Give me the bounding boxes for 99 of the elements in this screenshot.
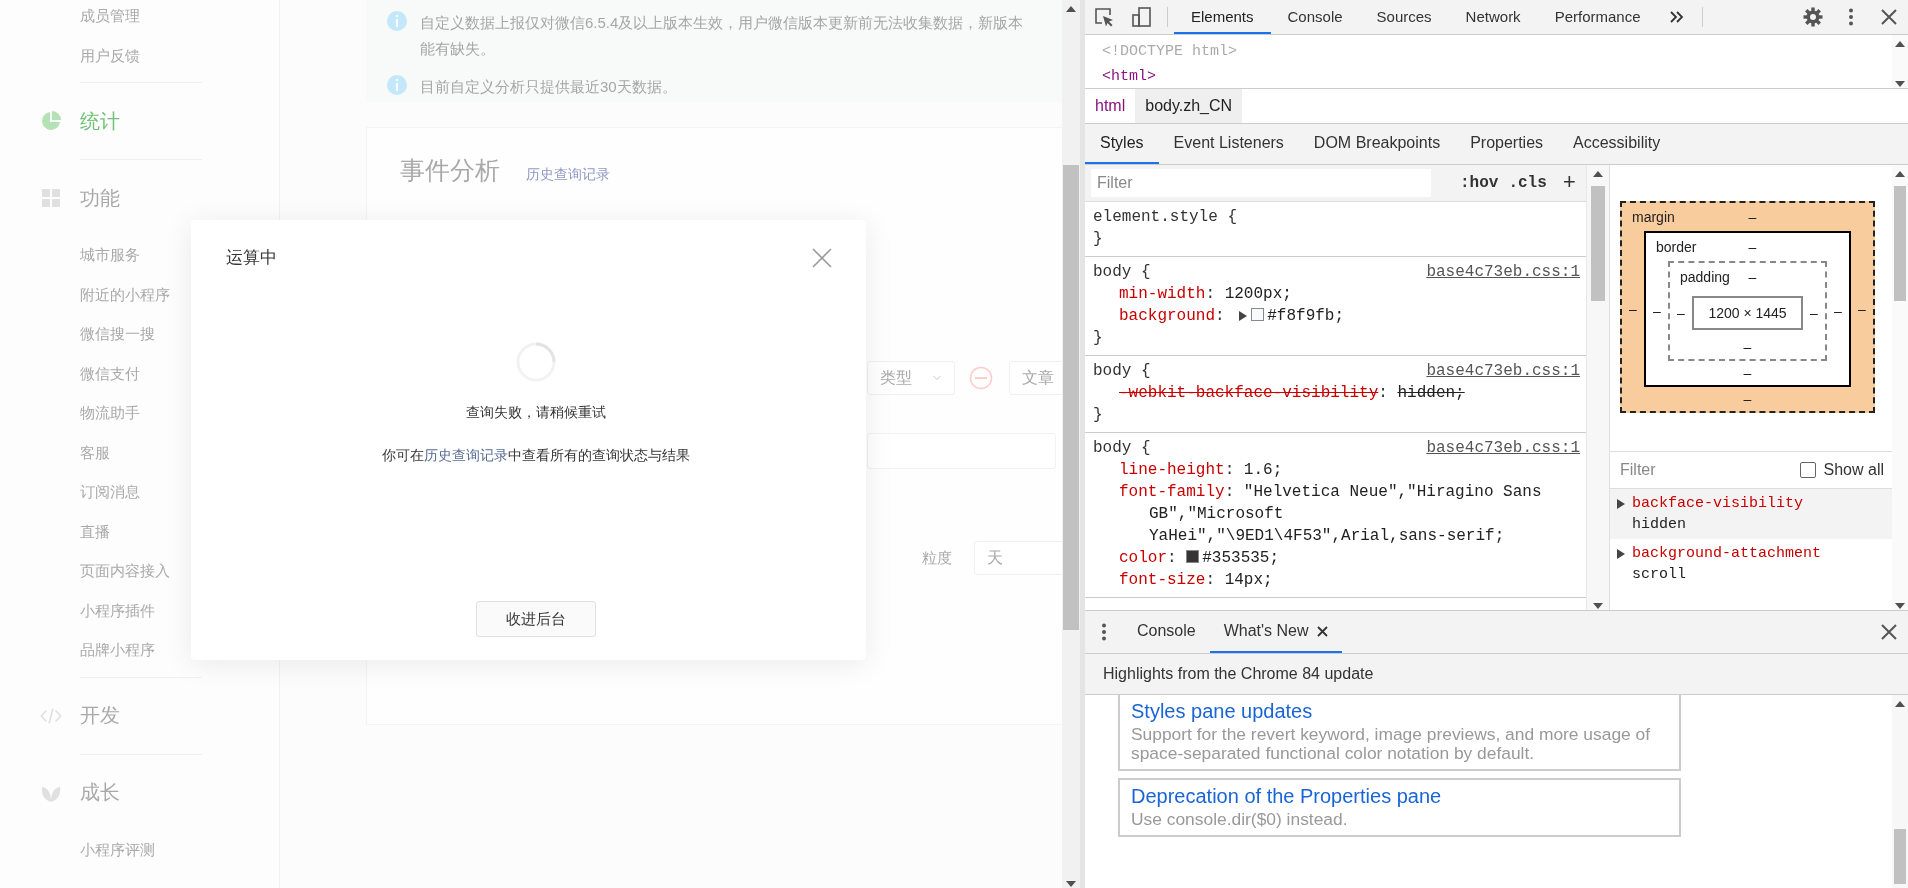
scrollbar-thumb[interactable]: [1894, 186, 1906, 301]
pane-tab[interactable]: Properties: [1455, 124, 1559, 164]
card-title: Deprecation of the Properties pane: [1131, 784, 1443, 808]
spinner-icon: [514, 341, 557, 383]
computed-property[interactable]: backface-visibility hidden: [1610, 489, 1892, 539]
box-value: –: [1653, 303, 1661, 319]
close-icon[interactable]: [1316, 625, 1328, 637]
box-value: –: [1834, 303, 1842, 319]
css-declaration[interactable]: -webkit-backface-visibility: hidden;: [1093, 382, 1580, 404]
color-swatch[interactable]: [1251, 308, 1265, 321]
box-value: –: [1743, 365, 1752, 381]
panel-tab[interactable]: Network: [1448, 0, 1538, 34]
css-declaration[interactable]: background: #f8f9fb;: [1093, 305, 1580, 327]
css-declaration[interactable]: min-width: 1200px;: [1093, 283, 1580, 305]
dialog-title: 运算中: [226, 247, 277, 269]
panel-tab[interactable]: Elements: [1174, 0, 1271, 34]
box-value: –: [1677, 305, 1685, 321]
expand-arrow-icon[interactable]: [1616, 499, 1625, 509]
drawer-tab[interactable]: Console: [1123, 611, 1210, 653]
scroll-down-icon[interactable]: [1895, 80, 1905, 88]
box-value: –: [1858, 301, 1866, 317]
rule-selector: body {: [1093, 361, 1151, 382]
scrollbar-thumb[interactable]: [1063, 165, 1079, 630]
panel-tab[interactable]: Console: [1270, 0, 1360, 34]
close-icon[interactable]: [1879, 7, 1899, 27]
scroll-down-icon[interactable]: [1066, 880, 1076, 888]
source-link[interactable]: base4c73eb.css:1: [1426, 360, 1580, 382]
scroll-up-icon[interactable]: [1895, 40, 1905, 48]
scrollbar-thumb[interactable]: [1894, 829, 1906, 884]
source-link[interactable]: base4c73eb.css:1: [1426, 437, 1580, 459]
notice-text: 目前自定义分析只提供最近30天数据。: [420, 77, 677, 97]
rule-selector: element.style {: [1093, 207, 1238, 228]
device-icon[interactable]: [1132, 7, 1152, 27]
grid-icon: [40, 187, 62, 209]
filter-field[interactable]: Filter: [1091, 169, 1431, 197]
filter-field[interactable]: Filter: [1620, 461, 1740, 479]
info-icon: [386, 10, 408, 32]
hover-state-button[interactable]: :hov: [1460, 174, 1499, 192]
rule-brace: }: [1093, 405, 1104, 426]
hint-text: 你可在历史查询记录中查看所有的查询状态与结果: [381, 447, 690, 465]
css-declaration[interactable]: line-height: 1.6;: [1093, 459, 1580, 481]
pane-tab[interactable]: Accessibility: [1558, 124, 1676, 164]
scroll-up-icon[interactable]: [1593, 170, 1603, 178]
color-swatch[interactable]: [1186, 550, 1200, 563]
box-value: –: [1810, 305, 1818, 321]
rule-selector: body {: [1093, 262, 1151, 283]
css-declaration[interactable]: font-size: 14px;: [1093, 569, 1580, 591]
box-value: –: [1748, 269, 1757, 285]
dom-line[interactable]: <html>: [1102, 68, 1156, 85]
breadcrumb[interactable]: html: [1085, 89, 1136, 123]
close-icon[interactable]: [1879, 622, 1899, 642]
breadcrumb[interactable]: body.zh_CN: [1135, 89, 1243, 123]
notice-text: 能有缺失。: [420, 39, 496, 59]
scrollbar-thumb[interactable]: [1591, 186, 1605, 301]
rule-brace: }: [1093, 328, 1104, 349]
css-declaration[interactable]: font-family: "Helvetica Neue","Hiragino Sans GB","Microsoft YaHei","\9ED1\4F53",Arial,sans-serif;: [1093, 481, 1580, 547]
card-description: Use console.dir($0) instead.: [1131, 810, 1349, 829]
box-label: padding: [1680, 269, 1730, 285]
panel-tab[interactable]: Sources: [1359, 0, 1449, 34]
computed-property[interactable]: background-attachment scroll: [1610, 539, 1892, 589]
expand-arrow-icon[interactable]: [1616, 549, 1625, 559]
card-description: Support for the revert keyword, image previews, and more usage of space-separated functional color notation by default.: [1131, 725, 1652, 763]
granularity-label: 粒度: [922, 548, 952, 568]
rule-selector: body {: [1093, 438, 1151, 459]
content-size: 1200 × 1445: [1692, 296, 1803, 330]
notice-text: 自定义数据上报仅对微信6.5.4及以上版本生效，用户微信版本更新前无法收集数据，新版本: [420, 13, 1024, 33]
chevron-down-icon: [932, 373, 942, 383]
inspect-icon[interactable]: [1094, 7, 1114, 27]
box-value: –: [1748, 239, 1757, 255]
history-link[interactable]: 历史查询记录: [423, 447, 508, 463]
panel-tab[interactable]: Performance: [1537, 0, 1658, 34]
pane-tab[interactable]: Event Listeners: [1158, 124, 1299, 164]
background-button[interactable]: 收进后台: [475, 601, 596, 637]
new-rule-button[interactable]: +: [1562, 170, 1576, 196]
error-message: 查询失败，请稍候重试: [465, 404, 606, 422]
expand-arrow-icon[interactable]: [1238, 311, 1248, 321]
card-title: Styles pane updates: [1131, 699, 1314, 723]
css-declaration[interactable]: color: #353535;: [1093, 547, 1580, 569]
show-all-checkbox[interactable]: Show all: [1799, 461, 1884, 479]
pie-chart-icon: [40, 110, 62, 132]
source-link[interactable]: base4c73eb.css:1: [1426, 261, 1580, 283]
rule-brace: }: [1093, 229, 1104, 250]
box-value: –: [1629, 301, 1637, 317]
update-card[interactable]: Deprecation of the Properties pane Use console.dir($0) instead.: [1118, 778, 1681, 837]
settings-icon[interactable]: [1803, 7, 1823, 27]
pane-tab[interactable]: DOM Breakpoints: [1298, 124, 1456, 164]
info-icon: [386, 74, 408, 96]
scroll-up-icon[interactable]: [1895, 700, 1905, 708]
box-label: border: [1656, 239, 1697, 255]
scroll-up-icon[interactable]: [1895, 170, 1905, 178]
box-value: –: [1743, 339, 1752, 355]
drawer-header: Highlights from the Chrome 84 update: [1103, 665, 1374, 683]
card-title: 事件分析: [400, 155, 500, 186]
box-value: –: [1743, 391, 1752, 407]
class-button[interactable]: .cls: [1508, 174, 1547, 192]
update-card[interactable]: Styles pane updates Support for the revert keyword, image previews, and more usage of space-separated functional color notation by default.: [1118, 695, 1681, 771]
box-label: margin: [1632, 209, 1675, 225]
scroll-up-icon[interactable]: [1066, 5, 1076, 13]
box-value: –: [1748, 209, 1757, 225]
